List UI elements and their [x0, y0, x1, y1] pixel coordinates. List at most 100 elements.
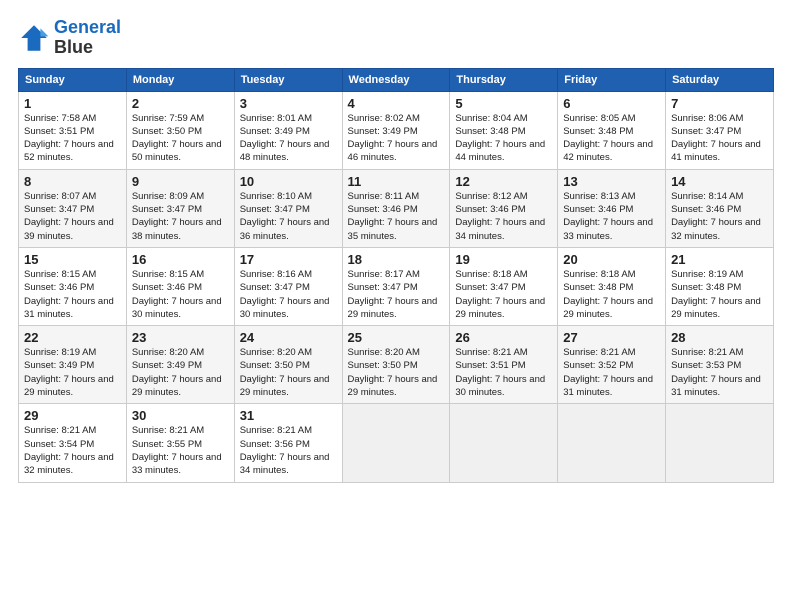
day-cell	[450, 404, 558, 482]
day-cell	[342, 404, 450, 482]
day-number: 22	[24, 330, 121, 345]
day-cell: 30 Sunrise: 8:21 AMSunset: 3:55 PMDayligh…	[126, 404, 234, 482]
day-info: Sunrise: 8:15 AMSunset: 3:46 PMDaylight:…	[24, 269, 114, 320]
day-info: Sunrise: 8:06 AMSunset: 3:47 PMDaylight:…	[671, 113, 761, 164]
calendar-table: SundayMondayTuesdayWednesdayThursdayFrid…	[18, 68, 774, 483]
day-info: Sunrise: 8:20 AMSunset: 3:50 PMDaylight:…	[348, 347, 438, 398]
day-cell: 10 Sunrise: 8:10 AMSunset: 3:47 PMDayligh…	[234, 169, 342, 247]
day-cell: 14 Sunrise: 8:14 AMSunset: 3:46 PMDayligh…	[666, 169, 774, 247]
day-cell: 22 Sunrise: 8:19 AMSunset: 3:49 PMDayligh…	[19, 326, 127, 404]
header-cell-saturday: Saturday	[666, 68, 774, 91]
week-row-2: 8 Sunrise: 8:07 AMSunset: 3:47 PMDaylight…	[19, 169, 774, 247]
logo-icon	[18, 22, 50, 54]
day-cell: 18 Sunrise: 8:17 AMSunset: 3:47 PMDayligh…	[342, 247, 450, 325]
day-number: 9	[132, 174, 229, 189]
day-number: 14	[671, 174, 768, 189]
day-cell: 2 Sunrise: 7:59 AMSunset: 3:50 PMDaylight…	[126, 91, 234, 169]
day-number: 11	[348, 174, 445, 189]
day-cell	[666, 404, 774, 482]
day-cell: 29Sunrise: 8:21 AMSunset: 3:54 PMDayligh…	[19, 404, 127, 482]
day-cell: 5 Sunrise: 8:04 AMSunset: 3:48 PMDaylight…	[450, 91, 558, 169]
day-number: 7	[671, 96, 768, 111]
day-number: 17	[240, 252, 337, 267]
week-row-3: 15 Sunrise: 8:15 AMSunset: 3:46 PMDayligh…	[19, 247, 774, 325]
day-number: 6	[563, 96, 660, 111]
day-cell: 16 Sunrise: 8:15 AMSunset: 3:46 PMDayligh…	[126, 247, 234, 325]
day-info: Sunrise: 8:18 AMSunset: 3:48 PMDaylight:…	[563, 269, 653, 320]
day-cell: 17 Sunrise: 8:16 AMSunset: 3:47 PMDayligh…	[234, 247, 342, 325]
week-row-1: 1 Sunrise: 7:58 AMSunset: 3:51 PMDaylight…	[19, 91, 774, 169]
day-info: Sunrise: 7:59 AMSunset: 3:50 PMDaylight:…	[132, 113, 222, 164]
header-cell-thursday: Thursday	[450, 68, 558, 91]
day-info: Sunrise: 8:18 AMSunset: 3:47 PMDaylight:…	[455, 269, 545, 320]
day-cell: 1 Sunrise: 7:58 AMSunset: 3:51 PMDaylight…	[19, 91, 127, 169]
day-info: Sunrise: 8:10 AMSunset: 3:47 PMDaylight:…	[240, 191, 330, 242]
day-info: Sunrise: 8:14 AMSunset: 3:46 PMDaylight:…	[671, 191, 761, 242]
day-cell: 26 Sunrise: 8:21 AMSunset: 3:51 PMDayligh…	[450, 326, 558, 404]
day-info: Sunrise: 8:04 AMSunset: 3:48 PMDaylight:…	[455, 113, 545, 164]
day-info: Sunrise: 8:21 AMSunset: 3:52 PMDaylight:…	[563, 347, 653, 398]
calendar-page: GeneralBlue SundayMondayTuesdayWednesday…	[0, 0, 792, 612]
day-number: 30	[132, 408, 229, 423]
day-number: 15	[24, 252, 121, 267]
day-number: 20	[563, 252, 660, 267]
day-number: 10	[240, 174, 337, 189]
day-cell: 12 Sunrise: 8:12 AMSunset: 3:46 PMDayligh…	[450, 169, 558, 247]
day-cell: 11Sunrise: 8:11 AMSunset: 3:46 PMDayligh…	[342, 169, 450, 247]
header-cell-sunday: Sunday	[19, 68, 127, 91]
header-cell-monday: Monday	[126, 68, 234, 91]
header-cell-tuesday: Tuesday	[234, 68, 342, 91]
day-info: Sunrise: 7:58 AMSunset: 3:51 PMDaylight:…	[24, 113, 114, 164]
day-info: Sunrise: 8:17 AMSunset: 3:47 PMDaylight:…	[348, 269, 438, 320]
day-info: Sunrise: 8:21 AMSunset: 3:53 PMDaylight:…	[671, 347, 761, 398]
logo: GeneralBlue	[18, 18, 121, 58]
week-row-4: 22 Sunrise: 8:19 AMSunset: 3:49 PMDayligh…	[19, 326, 774, 404]
day-number: 19	[455, 252, 552, 267]
day-cell: 25 Sunrise: 8:20 AMSunset: 3:50 PMDayligh…	[342, 326, 450, 404]
day-cell: 20 Sunrise: 8:18 AMSunset: 3:48 PMDayligh…	[558, 247, 666, 325]
day-info: Sunrise: 8:16 AMSunset: 3:47 PMDaylight:…	[240, 269, 330, 320]
day-cell: 6 Sunrise: 8:05 AMSunset: 3:48 PMDaylight…	[558, 91, 666, 169]
day-cell: 21Sunrise: 8:19 AMSunset: 3:48 PMDayligh…	[666, 247, 774, 325]
day-number: 5	[455, 96, 552, 111]
day-info: Sunrise: 8:12 AMSunset: 3:46 PMDaylight:…	[455, 191, 545, 242]
day-info: Sunrise: 8:21 AMSunset: 3:54 PMDaylight:…	[24, 425, 114, 476]
day-number: 27	[563, 330, 660, 345]
day-number: 12	[455, 174, 552, 189]
day-cell: 24Sunrise: 8:20 AMSunset: 3:50 PMDayligh…	[234, 326, 342, 404]
day-cell: 4Sunrise: 8:02 AMSunset: 3:49 PMDaylight…	[342, 91, 450, 169]
day-info: Sunrise: 8:19 AMSunset: 3:49 PMDaylight:…	[24, 347, 114, 398]
day-info: Sunrise: 8:05 AMSunset: 3:48 PMDaylight:…	[563, 113, 653, 164]
day-info: Sunrise: 8:21 AMSunset: 3:55 PMDaylight:…	[132, 425, 222, 476]
day-cell: 7 Sunrise: 8:06 AMSunset: 3:47 PMDaylight…	[666, 91, 774, 169]
day-info: Sunrise: 8:15 AMSunset: 3:46 PMDaylight:…	[132, 269, 222, 320]
day-number: 2	[132, 96, 229, 111]
header-row: SundayMondayTuesdayWednesdayThursdayFrid…	[19, 68, 774, 91]
day-number: 26	[455, 330, 552, 345]
day-number: 24	[240, 330, 337, 345]
day-number: 1	[24, 96, 121, 111]
day-info: Sunrise: 8:13 AMSunset: 3:46 PMDaylight:…	[563, 191, 653, 242]
header-cell-wednesday: Wednesday	[342, 68, 450, 91]
day-number: 25	[348, 330, 445, 345]
day-cell: 3Sunrise: 8:01 AMSunset: 3:49 PMDaylight…	[234, 91, 342, 169]
day-cell: 15 Sunrise: 8:15 AMSunset: 3:46 PMDayligh…	[19, 247, 127, 325]
day-number: 21	[671, 252, 768, 267]
day-number: 18	[348, 252, 445, 267]
day-info: Sunrise: 8:01 AMSunset: 3:49 PMDaylight:…	[240, 113, 330, 164]
header-cell-friday: Friday	[558, 68, 666, 91]
day-cell: 8 Sunrise: 8:07 AMSunset: 3:47 PMDaylight…	[19, 169, 127, 247]
week-row-5: 29Sunrise: 8:21 AMSunset: 3:54 PMDayligh…	[19, 404, 774, 482]
day-info: Sunrise: 8:21 AMSunset: 3:56 PMDaylight:…	[240, 425, 330, 476]
day-cell: 23Sunrise: 8:20 AMSunset: 3:49 PMDayligh…	[126, 326, 234, 404]
page-header: GeneralBlue	[18, 18, 774, 58]
day-number: 28	[671, 330, 768, 345]
day-info: Sunrise: 8:02 AMSunset: 3:49 PMDaylight:…	[348, 113, 438, 164]
day-number: 13	[563, 174, 660, 189]
day-info: Sunrise: 8:21 AMSunset: 3:51 PMDaylight:…	[455, 347, 545, 398]
day-cell: 31Sunrise: 8:21 AMSunset: 3:56 PMDayligh…	[234, 404, 342, 482]
day-info: Sunrise: 8:20 AMSunset: 3:49 PMDaylight:…	[132, 347, 222, 398]
day-number: 16	[132, 252, 229, 267]
day-info: Sunrise: 8:07 AMSunset: 3:47 PMDaylight:…	[24, 191, 114, 242]
day-number: 8	[24, 174, 121, 189]
